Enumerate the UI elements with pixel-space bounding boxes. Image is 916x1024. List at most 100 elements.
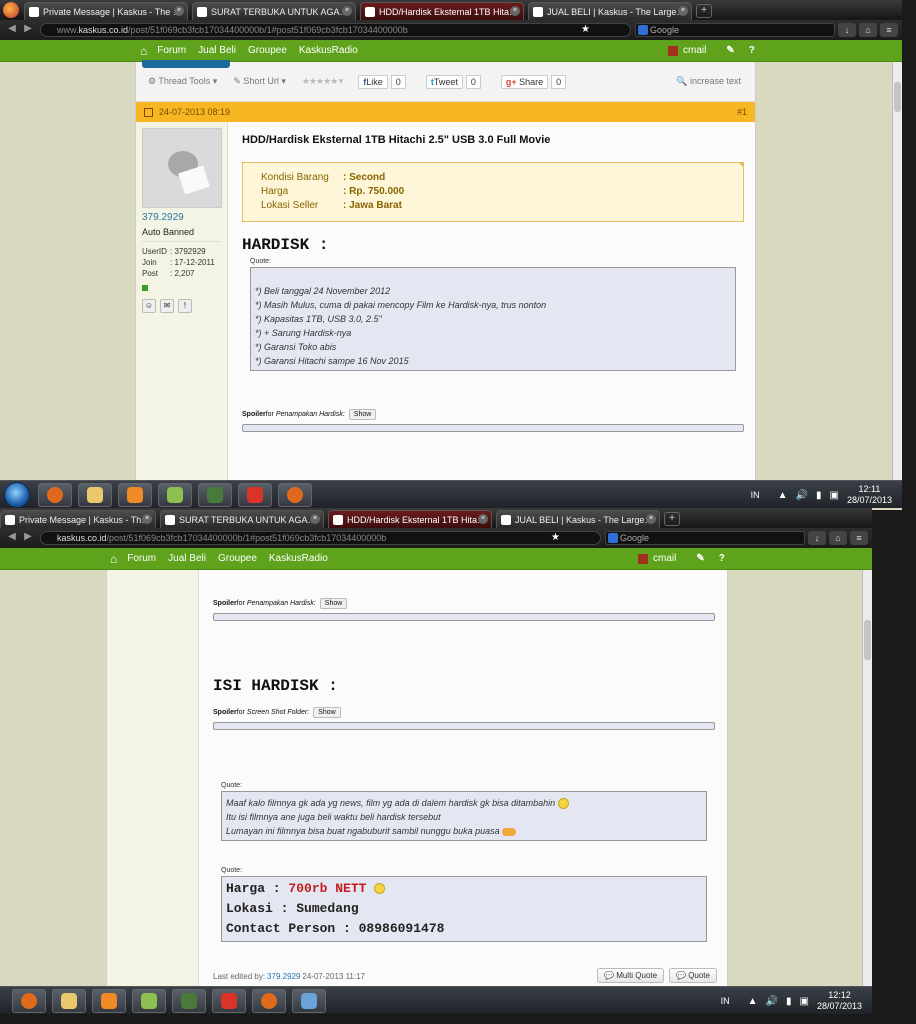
report-icon[interactable]: ! [178,299,192,313]
google-share[interactable]: g+ Share 0 [500,74,567,89]
home-icon[interactable]: ⌂ [140,44,147,58]
search-bar[interactable]: Google [605,531,805,545]
browser-tab[interactable]: SURAT TERBUKA UNTUK AGAN X D...× [192,2,356,20]
battery-icon[interactable]: ▮ [786,996,792,1007]
url-bar[interactable]: www.kaskus.co.id/post/51f069cb3fcb170344… [40,23,631,37]
rating-stars[interactable]: ★★★★★ ▾ [302,76,343,87]
nav-groupee[interactable]: Groupee [218,553,257,564]
url-bar[interactable]: kaskus.co.id/post/51f069cb3fcb1703440000… [40,531,601,545]
nav-jual-beli[interactable]: Jual Beli [198,45,236,56]
tray-arrow-icon[interactable]: ▲ [748,996,758,1007]
close-tab-icon[interactable]: × [142,514,152,524]
new-tab-button[interactable]: + [696,4,712,18]
search-bar[interactable]: Google [635,23,835,37]
help-icon[interactable]: ? [719,553,725,564]
forward-icon[interactable]: ▶ [20,23,36,37]
spoiler-show-button[interactable]: Show [348,409,377,420]
battery-icon[interactable]: ▮ [816,490,822,501]
close-tab-icon[interactable]: × [678,6,688,16]
nav-forum[interactable]: Forum [157,45,186,56]
download-icon[interactable]: ↓ [808,531,826,545]
firefox-window-taskbar-icon[interactable] [278,482,312,507]
pencil-icon[interactable]: ✎ [726,45,734,56]
username[interactable]: 379.2929 [142,212,221,223]
back-icon[interactable]: ◀ [4,23,20,37]
network-icon[interactable]: ▣ [830,490,839,501]
browser-tab[interactable]: Private Message | Kaskus - The Larg...× [0,510,156,528]
bookmark-star-icon[interactable]: ★ [581,24,590,36]
increase-text-link[interactable]: 🔍 increase text [676,76,741,87]
browser-tab-active[interactable]: HDD/Hardisk Eksternal 1TB Hitac... × [328,510,492,528]
network-icon[interactable]: ▣ [800,996,809,1007]
browser-tab[interactable]: Private Message | Kaskus - The Larg...× [24,2,188,20]
quote-button[interactable]: 💬 Quote [669,968,717,983]
app-red-taskbar-icon[interactable] [212,988,246,1013]
username-link[interactable]: cmail [683,45,706,56]
volume-icon[interactable]: 🔊 [796,490,808,501]
explorer-taskbar-icon[interactable] [52,988,86,1013]
back-icon[interactable]: ◀ [4,531,20,545]
close-tab-icon[interactable]: × [510,6,520,16]
browser-tab-active[interactable]: HDD/Hardisk Eksternal 1TB Hitac... × [360,2,524,20]
bookmark-star-icon[interactable]: ★ [551,532,560,544]
editor-username[interactable]: 379.2929 [267,972,300,981]
monitor-taskbar-icon[interactable] [198,482,232,507]
avatar[interactable] [638,553,648,564]
explorer-taskbar-icon[interactable] [78,482,112,507]
media-player-taskbar-icon[interactable] [118,482,152,507]
spoiler-show-button[interactable]: Show [313,707,341,718]
start-button[interactable] [4,481,30,508]
clock[interactable]: 12:12 28/07/2013 [817,990,862,1012]
post-number[interactable]: #1 [737,107,747,117]
nav-kaskus-radio[interactable]: KaskusRadio [269,553,328,564]
browser-tab[interactable]: JUAL BELI | Kaskus - The Largest Ind...× [496,510,660,528]
firefox-window-taskbar-icon[interactable] [252,988,286,1013]
short-url-menu[interactable]: ✎ Short Url ▾ [233,76,286,87]
scrollbar-thumb[interactable] [864,620,871,660]
multi-quote-button[interactable]: 💬 Multi Quote [597,968,665,983]
home-icon[interactable]: ⌂ [859,23,877,37]
language-indicator[interactable]: IN [751,490,760,500]
tray-arrow-icon[interactable]: ▲ [778,490,788,501]
close-tab-icon[interactable]: × [342,6,352,16]
paint-taskbar-icon[interactable] [292,988,326,1013]
close-tab-icon[interactable]: × [310,514,320,524]
clock[interactable]: 12:11 28/07/2013 [847,484,892,506]
firefox-taskbar-icon[interactable] [12,988,46,1013]
close-tab-icon[interactable]: × [174,6,184,16]
nav-kaskus-radio[interactable]: KaskusRadio [299,45,358,56]
scrollbar-thumb[interactable] [894,82,901,112]
tweet-button[interactable]: tTweet 0 [425,74,481,89]
scrollbar[interactable] [862,570,872,988]
reply-button[interactable] [142,60,230,68]
help-icon[interactable]: ? [749,45,755,56]
app-taskbar-icon[interactable] [132,988,166,1013]
app-red-taskbar-icon[interactable] [238,482,272,507]
nav-forum[interactable]: Forum [127,553,156,564]
pencil-icon[interactable]: ✎ [696,553,704,564]
home-icon[interactable]: ⌂ [110,552,117,566]
avatar[interactable] [142,128,222,208]
monitor-taskbar-icon[interactable] [172,988,206,1013]
scrollbar[interactable] [892,62,902,480]
facebook-like[interactable]: fLike 0 [358,74,406,89]
menu-icon[interactable]: ≡ [850,531,868,545]
username-link[interactable]: cmail [653,553,676,564]
app-taskbar-icon[interactable] [158,482,192,507]
new-tab-button[interactable]: + [664,512,680,526]
volume-icon[interactable]: 🔊 [766,996,778,1007]
language-indicator[interactable]: IN [721,996,730,1006]
download-icon[interactable]: ↓ [838,23,856,37]
thread-tools-menu[interactable]: ⚙ Thread Tools ▾ [148,76,217,87]
avatar[interactable] [668,45,678,56]
browser-tab[interactable]: SURAT TERBUKA UNTUK AGAN X D...× [160,510,324,528]
profile-icon[interactable]: ☺ [142,299,156,313]
home-icon[interactable]: ⌂ [829,531,847,545]
browser-tab[interactable]: JUAL BELI | Kaskus - The Largest Ind...× [528,2,692,20]
spoiler-show-button[interactable]: Show [319,598,348,609]
firefox-menu-icon[interactable] [3,2,19,18]
forward-icon[interactable]: ▶ [20,531,36,545]
menu-icon[interactable]: ≡ [880,23,898,37]
message-icon[interactable]: ✉ [160,299,174,313]
media-player-taskbar-icon[interactable] [92,988,126,1013]
